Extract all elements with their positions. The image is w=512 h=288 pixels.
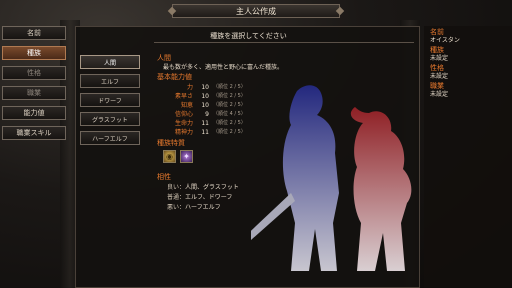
summary-race-value: 未設定 <box>430 55 449 62</box>
stat-rank: （順位 4 / 5） <box>213 111 246 117</box>
race-select-panel: 種族を選択してください 人間 エルフ ドワーフ グラスフット ハーフエルフ 人間… <box>75 26 420 288</box>
stat-value: 11 <box>201 129 209 136</box>
race-list: 人間 エルフ ドワーフ グラスフット ハーフエルフ <box>80 55 140 150</box>
race-option-halfelf[interactable]: ハーフエルフ <box>80 131 140 145</box>
step-stats-button[interactable]: 能力値 <box>2 106 66 120</box>
race-option-grassfoot[interactable]: グラスフット <box>80 112 140 126</box>
stat-value: 10 <box>201 84 209 91</box>
summary-personality-label: 性格 <box>430 64 444 72</box>
race-option-elf[interactable]: エルフ <box>80 74 140 88</box>
stat-row: 精神力 11 （順位 2 / 5） <box>163 128 417 137</box>
stat-name: 信仰心 <box>174 111 193 118</box>
trait-icon-gold[interactable]: ◉ <box>163 150 176 163</box>
compat-header: 相性 <box>157 173 171 181</box>
race-option-dwarf[interactable]: ドワーフ <box>80 93 140 107</box>
stat-rank: （順位 2 / 5） <box>213 120 246 126</box>
trait-icons: ◉ ✦ <box>163 150 417 163</box>
divider <box>154 42 414 43</box>
step-class-button[interactable]: 職業 <box>2 86 66 100</box>
race-name: 人間 <box>157 54 171 62</box>
step-personality-button[interactable]: 性格 <box>2 66 66 80</box>
stat-value: 10 <box>201 102 209 109</box>
stats-header: 基本能力値 <box>157 73 192 81</box>
summary-class-value: 未設定 <box>430 91 449 98</box>
compat-value: 人間、グラスフット <box>185 184 239 191</box>
stat-value: 10 <box>201 93 209 100</box>
stat-row: 知恵 10 （順位 2 / 5） <box>163 101 417 110</box>
stat-name: 知恵 <box>180 102 193 109</box>
creation-step-menu: 名前 種族 性格 職業 能力値 職業スキル <box>2 26 66 146</box>
compat-value: エルフ、ドワーフ <box>185 194 233 201</box>
trait-icon-purple[interactable]: ✦ <box>180 150 193 163</box>
race-option-human[interactable]: 人間 <box>80 55 140 69</box>
compat-row: 良い： 人間、グラスフット <box>163 183 417 193</box>
stat-row: 生命力 11 （順位 2 / 5） <box>163 119 417 128</box>
stat-name: 精神力 <box>174 129 193 136</box>
summary-race-label: 種族 <box>430 46 444 54</box>
window-title: 主人公作成 <box>172 4 340 18</box>
stat-rank: （順位 2 / 5） <box>213 93 246 99</box>
compat-row: 悪い： ハーフエルフ <box>163 203 417 213</box>
summary-name-value: オイスタン <box>430 37 460 44</box>
step-class-skill-button[interactable]: 職業スキル <box>2 126 66 140</box>
stat-value: 9 <box>205 111 209 118</box>
stat-row: 信仰心 9 （順位 4 / 5） <box>163 110 417 119</box>
stat-rank: （順位 2 / 5） <box>213 129 246 135</box>
stat-name: 力 <box>186 84 193 91</box>
summary-personality-value: 未設定 <box>430 73 449 80</box>
traits-header: 種族特質 <box>157 139 185 147</box>
stat-row: 素早さ 10 （順位 2 / 5） <box>163 92 417 101</box>
race-info: 人間 最も数が多く、適用性と野心に富んだ種族。 基本能力値 力 10 （順位 2 /… <box>157 54 417 213</box>
compat-table: 良い： 人間、グラスフット 普通： エルフ、ドワーフ 悪い： ハーフエルフ <box>163 183 417 213</box>
compat-label: 良い： <box>166 184 185 191</box>
race-description: 最も数が多く、適用性と野心に富んだ種族。 <box>163 64 284 71</box>
compat-label: 普通： <box>166 194 185 201</box>
step-name-button[interactable]: 名前 <box>2 26 66 40</box>
summary-class-label: 職業 <box>430 82 444 90</box>
compat-label: 悪い： <box>166 204 185 211</box>
stat-value: 11 <box>201 120 209 127</box>
stat-row: 力 10 （順位 2 / 5） <box>163 83 417 92</box>
summary-name-label: 名前 <box>430 28 444 36</box>
panel-title: 種族を選択してください <box>210 32 287 40</box>
stat-rank: （順位 2 / 5） <box>213 102 246 108</box>
stats-table: 力 10 （順位 2 / 5） 素早さ 10 （順位 2 / 5） 知恵 10 （順位 2 … <box>163 83 417 137</box>
stat-rank: （順位 2 / 5） <box>213 84 246 90</box>
step-race-button[interactable]: 種族 <box>2 46 66 60</box>
stat-name: 素早さ <box>174 93 193 100</box>
compat-value: ハーフエルフ <box>185 204 221 211</box>
stat-name: 生命力 <box>174 120 193 127</box>
compat-row: 普通： エルフ、ドワーフ <box>163 193 417 203</box>
character-summary-panel: 名前 オイスタン 種族 未設定 性格 未設定 職業 未設定 <box>424 26 512 288</box>
